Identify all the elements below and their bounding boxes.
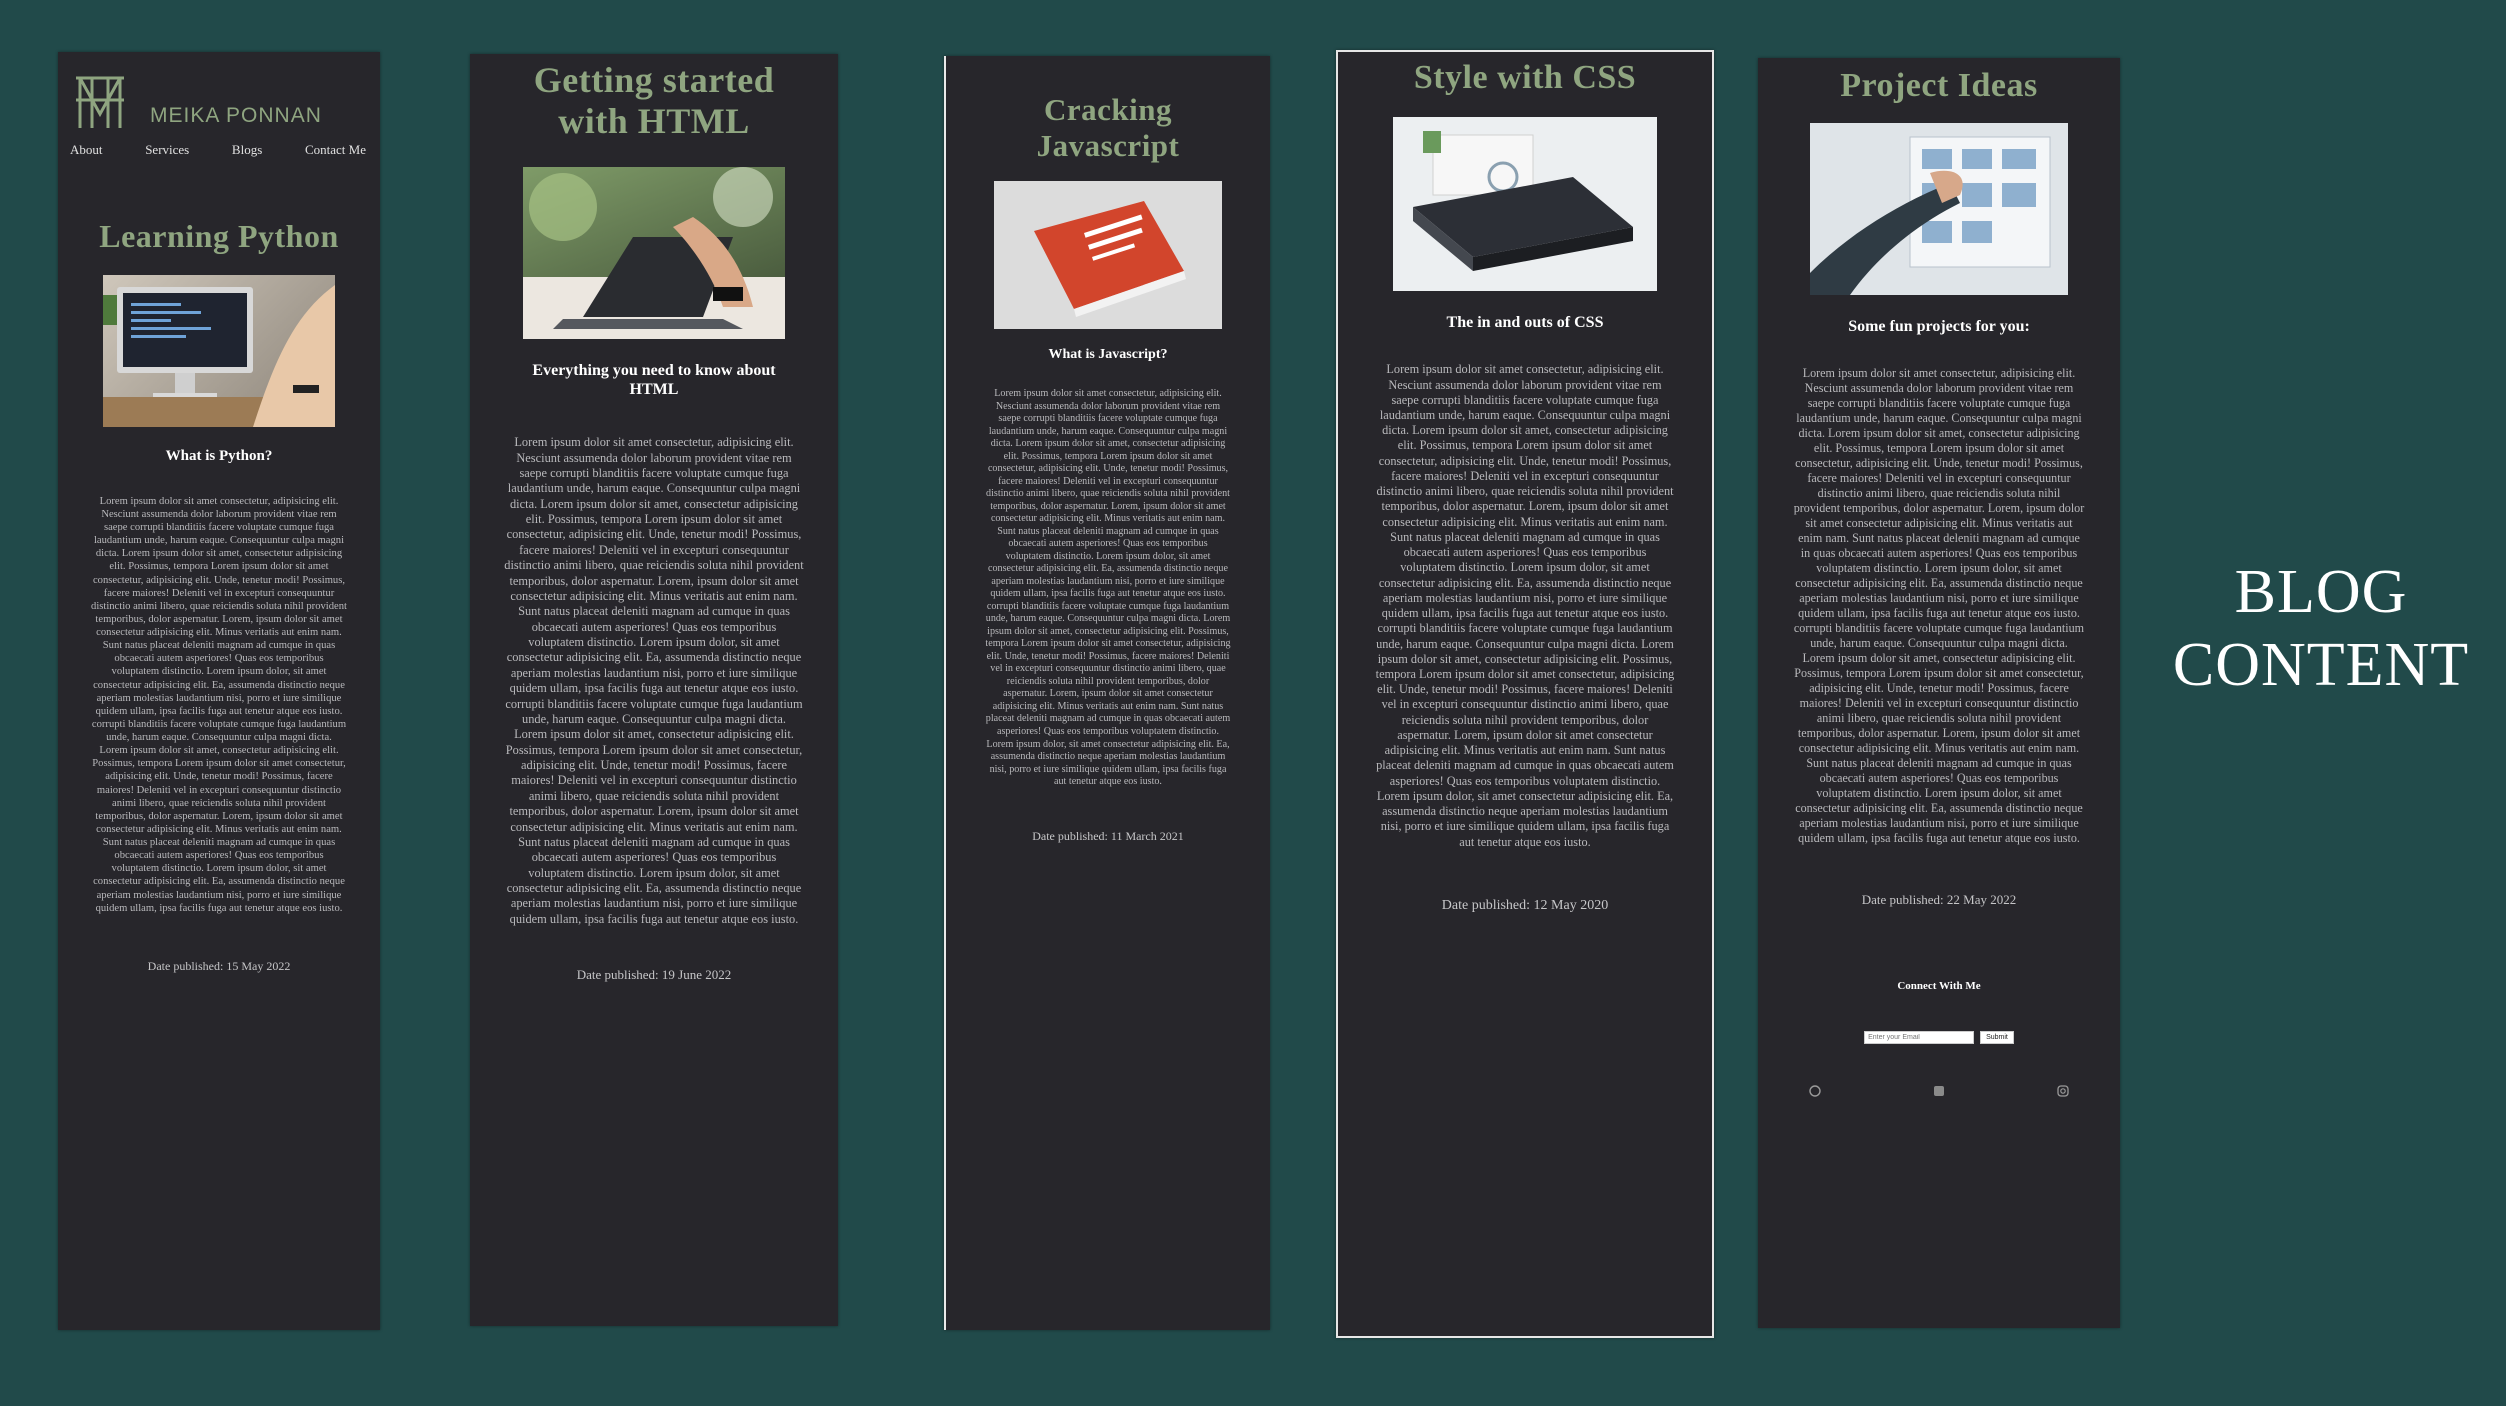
javascript-book-photo xyxy=(994,181,1222,330)
card-body-text: Lorem ipsum dolor sit amet consectetur, … xyxy=(504,435,804,926)
brand-name[interactable]: MEIKA PONNAN xyxy=(150,104,322,128)
card-title: Cracking Javascript xyxy=(1036,92,1180,163)
card-subtitle: The in and outs of CSS xyxy=(1446,314,1604,332)
linkedin-icon[interactable] xyxy=(1933,1084,1945,1096)
email-input[interactable] xyxy=(1864,1030,1975,1044)
card-subtitle: Everything you need to know about HTML xyxy=(532,361,776,398)
computer-desk-photo xyxy=(103,274,335,427)
blog-content-heading: BLOG CONTENT xyxy=(2172,558,2470,700)
card-subtitle: What is Javascript? xyxy=(1048,347,1168,363)
date-published: Date published: 15 May 2022 xyxy=(147,958,291,973)
card-body-text: Lorem ipsum dolor sit amet consectetur, … xyxy=(1793,366,2085,845)
nav-link-about[interactable]: About xyxy=(70,142,103,158)
card-title: Project Ideas xyxy=(1840,67,2038,104)
submit-button[interactable]: Submit xyxy=(1980,1030,2014,1044)
card-body-text: Lorem ipsum dolor sit amet consectetur, … xyxy=(1375,362,1675,849)
main-nav: About Services Blogs Contact Me xyxy=(70,142,366,158)
card-body-text: Lorem ipsum dolor sit amet consectetur, … xyxy=(985,388,1231,788)
card-title: Learning Python xyxy=(99,218,339,254)
blog-card-html: Getting started with HTML Everything you… xyxy=(470,54,838,1326)
card-subtitle: What is Python? xyxy=(165,447,273,464)
card-subtitle: Some fun projects for you: xyxy=(1848,318,2030,336)
blog-card-javascript: Cracking Javascript What is Javascript? … xyxy=(944,56,1270,1330)
blog-card-css: Style with CSS The in and outs of CSS Lo… xyxy=(1336,50,1714,1338)
card-body-text: Lorem ipsum dolor sit amet consectetur, … xyxy=(91,495,347,914)
connect-heading: Connect With Me xyxy=(1897,979,1981,992)
nav-link-services[interactable]: Services xyxy=(145,142,189,158)
site-header: MEIKA PONNAN xyxy=(72,70,322,132)
date-published: Date published: 19 June 2022 xyxy=(576,967,732,983)
project-board-photo xyxy=(1810,123,2068,296)
card-title: Getting started with HTML xyxy=(533,60,775,142)
social-links xyxy=(1809,1084,2069,1097)
blog-card-projects: Project Ideas Some fun projects for you:… xyxy=(1758,58,2120,1328)
nav-link-contact[interactable]: Contact Me xyxy=(305,142,366,158)
laptop-typing-photo xyxy=(523,166,785,339)
blog-card-python: MEIKA PONNAN About Services Blogs Contac… xyxy=(58,52,380,1330)
instagram-icon[interactable] xyxy=(2057,1084,2069,1097)
css-books-photo xyxy=(1393,117,1657,292)
github-icon[interactable] xyxy=(1809,1084,1821,1097)
nav-link-blogs[interactable]: Blogs xyxy=(232,142,262,158)
newsletter-form: Submit xyxy=(1864,1030,2014,1044)
date-published: Date published: 22 May 2022 xyxy=(1861,891,2017,907)
date-published: Date published: 12 May 2020 xyxy=(1441,897,1609,913)
monogram-logo-icon[interactable] xyxy=(72,70,128,132)
date-published: Date published: 11 March 2021 xyxy=(1032,828,1184,843)
card-title: Style with CSS xyxy=(1413,59,1637,96)
